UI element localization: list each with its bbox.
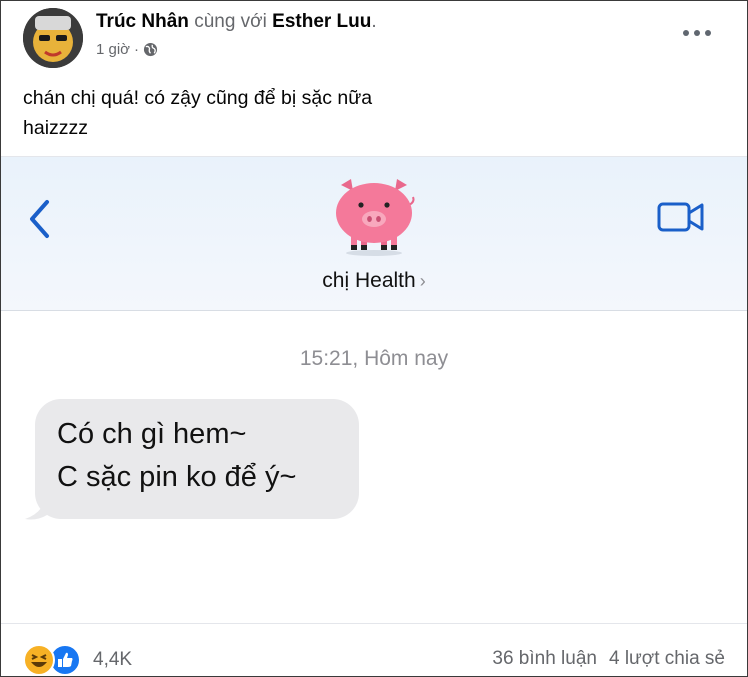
post-meta: 1 giờ ·	[96, 41, 158, 58]
reactions-summary[interactable]: 4,4K	[23, 644, 132, 676]
with-text: cùng với	[194, 11, 267, 32]
contact-name: chị Health	[322, 269, 416, 292]
more-dot	[705, 30, 711, 36]
author-name[interactable]: Trúc Nhân	[96, 11, 189, 32]
post-caption: chán chị quá! có zậy cũng để bị sặc nữa …	[23, 87, 373, 139]
avatar-image	[23, 8, 83, 68]
attached-screenshot[interactable]: chị Health › 15:21, Hôm nay Có ch gì hem~…	[1, 156, 747, 625]
haha-icon	[23, 644, 55, 676]
more-dot	[683, 30, 689, 36]
post-footer: 4,4K 36 bình luận 4 lượt chia sẻ	[1, 623, 747, 676]
meta-separator: ·	[134, 41, 140, 58]
pig-avatar-icon[interactable]	[331, 175, 417, 259]
contact-name-row[interactable]: chị Health ›	[1, 269, 747, 293]
contact-chevron-icon: ›	[419, 271, 426, 291]
reaction-count: 4,4K	[93, 649, 133, 670]
more-dot	[694, 30, 700, 36]
messages-header: chị Health ›	[1, 157, 747, 311]
message-line: Có ch gì hem~	[57, 418, 247, 450]
message-line: C sặc pin ko để ý~	[57, 461, 297, 493]
author-avatar[interactable]	[23, 8, 83, 68]
shares-count-link[interactable]: 4 lượt chia sẻ	[609, 648, 725, 670]
author-line-period: .	[371, 11, 377, 32]
message-timestamp: 15:21, Hôm nay	[299, 347, 449, 370]
back-chevron-icon[interactable]	[27, 199, 53, 239]
author-line: Trúc Nhân cùng với Esther Luu.	[96, 11, 377, 33]
bubble-tail	[25, 495, 47, 520]
post-time[interactable]: 1 giờ	[96, 41, 130, 58]
engagement-stats: 36 bình luận 4 lượt chia sẻ	[492, 648, 725, 670]
tagged-name[interactable]: Esther Luu	[272, 11, 371, 32]
globe-icon[interactable]	[143, 42, 158, 57]
more-options-icon[interactable]	[683, 23, 711, 43]
video-call-icon[interactable]	[657, 201, 705, 233]
comments-count-link[interactable]: 36 bình luận	[492, 648, 597, 670]
facebook-post: Trúc Nhân cùng với Esther Luu. 1 giờ · c…	[0, 0, 748, 677]
message-bubble[interactable]: Có ch gì hem~ C sặc pin ko để ý~	[35, 399, 359, 519]
